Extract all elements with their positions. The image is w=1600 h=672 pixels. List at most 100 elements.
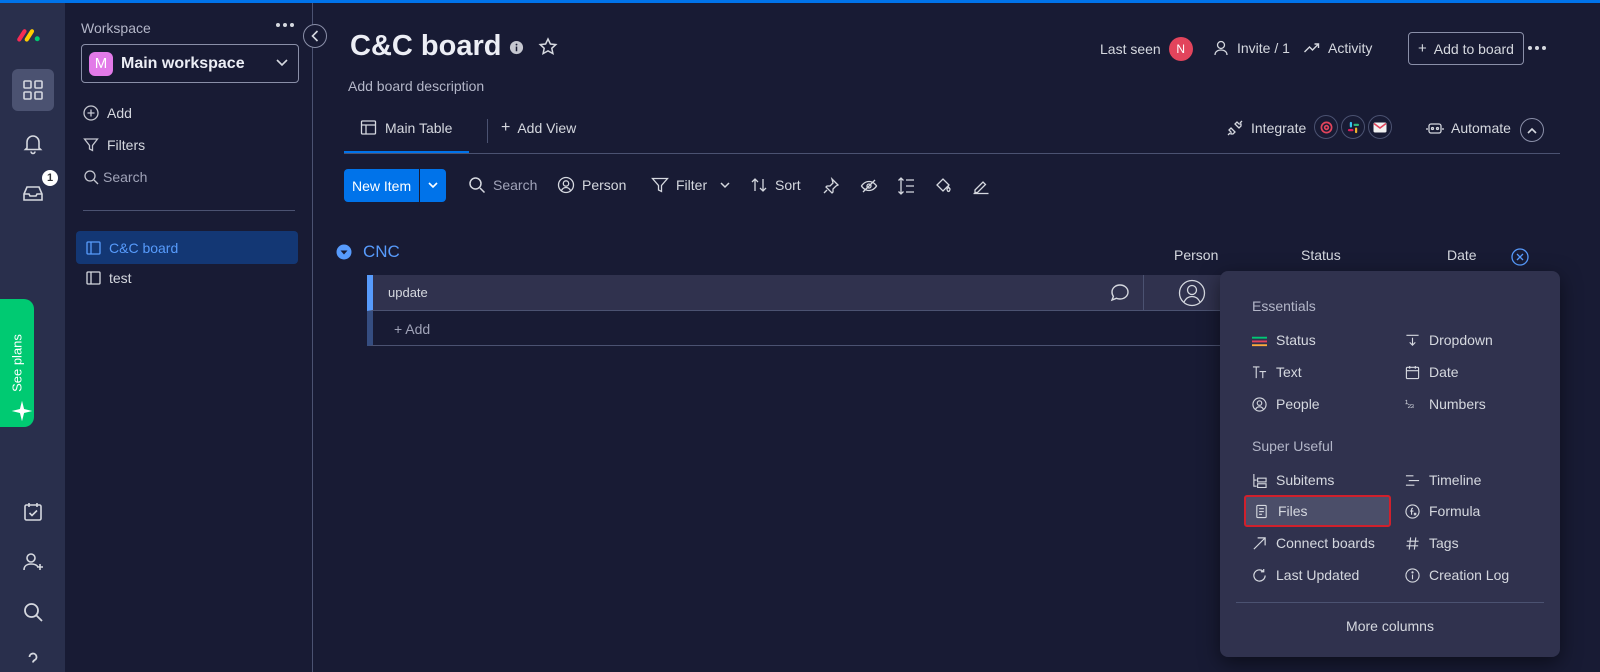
- my-work-icon[interactable]: [12, 491, 54, 533]
- board-icon: [86, 240, 101, 255]
- menu-divider: [1236, 602, 1544, 603]
- column-header-person[interactable]: Person: [1174, 247, 1218, 263]
- last-seen[interactable]: Last seen N: [1100, 37, 1193, 61]
- activity-button[interactable]: Activity: [1303, 39, 1372, 57]
- activity-label: Activity: [1328, 40, 1373, 56]
- new-item-dropdown[interactable]: [420, 182, 446, 189]
- automate-button[interactable]: Automate: [1426, 119, 1511, 137]
- edit-pen-icon[interactable]: [972, 177, 990, 195]
- workspace-selector[interactable]: M Main workspace: [81, 44, 299, 83]
- collapse-header-button[interactable]: [1520, 118, 1544, 142]
- section-essentials: Essentials: [1252, 298, 1316, 314]
- column-type-last-updated[interactable]: Last Updated: [1252, 567, 1359, 583]
- column-type-tags[interactable]: Tags: [1405, 535, 1459, 551]
- tab-main-table[interactable]: Main Table: [360, 119, 452, 137]
- column-type-people[interactable]: People: [1252, 396, 1320, 412]
- new-item-button[interactable]: New Item: [344, 169, 447, 202]
- column-type-files[interactable]: Files: [1244, 495, 1391, 527]
- sidebar-filters-label: Filters: [107, 137, 146, 153]
- group-collapse-icon[interactable]: [336, 244, 352, 260]
- sidebar-item-label: C&C board: [109, 239, 179, 256]
- workspaces-icon[interactable]: [12, 69, 54, 111]
- filter-button[interactable]: Filter: [651, 176, 730, 194]
- sidebar-divider: [83, 210, 295, 211]
- monday-logo-icon[interactable]: [17, 23, 49, 43]
- column-type-formula[interactable]: Formula: [1405, 503, 1480, 519]
- column-header-date[interactable]: Date: [1447, 247, 1477, 263]
- sidebar-add[interactable]: Add: [83, 105, 132, 121]
- sparkle-icon: [11, 400, 33, 422]
- item-name[interactable]: update: [388, 285, 428, 300]
- column-type-timeline[interactable]: Timeline: [1405, 472, 1481, 488]
- invite-label: Invite / 1: [1237, 40, 1290, 56]
- column-type-label: Text: [1276, 364, 1302, 380]
- column-type-creation-log[interactable]: Creation Log: [1405, 567, 1509, 583]
- add-item-label: + Add: [394, 321, 431, 337]
- search-button[interactable]: Search: [468, 176, 537, 194]
- pin-icon[interactable]: [822, 177, 840, 195]
- integration-apps[interactable]: [1314, 115, 1392, 139]
- collapse-sidebar-button[interactable]: [303, 24, 327, 48]
- row-height-icon[interactable]: [897, 176, 915, 196]
- numbers-icon: ¹₂₃: [1405, 398, 1414, 410]
- integrate-button[interactable]: Integrate: [1226, 119, 1306, 137]
- board-description[interactable]: Add board description: [348, 78, 484, 94]
- info-circle-icon: [1405, 567, 1420, 583]
- notifications-bell-icon[interactable]: [12, 122, 54, 164]
- column-type-label: Files: [1278, 503, 1308, 519]
- board-more-icon[interactable]: [1527, 44, 1547, 52]
- person-filter-button[interactable]: Person: [557, 176, 626, 194]
- new-item-label: New Item: [352, 177, 412, 194]
- sidebar-item-test[interactable]: test: [76, 261, 298, 294]
- sidebar-filters[interactable]: Filters: [83, 137, 145, 153]
- board-icon: [86, 270, 101, 285]
- status-icon: [1252, 336, 1267, 346]
- updates-bubble-icon[interactable]: [1109, 282, 1131, 304]
- sort-button[interactable]: Sort: [750, 176, 801, 194]
- column-type-numbers[interactable]: ¹₂₃ Numbers: [1405, 396, 1486, 412]
- invite-members-icon[interactable]: [12, 541, 54, 583]
- close-add-column-icon[interactable]: [1511, 248, 1529, 266]
- column-type-subitems[interactable]: Subitems: [1252, 472, 1334, 488]
- filter-icon: [651, 177, 669, 193]
- sidebar-search[interactable]: Search: [83, 169, 147, 185]
- automate-label: Automate: [1451, 120, 1511, 136]
- column-type-label: Subitems: [1276, 472, 1335, 488]
- chevron-down-icon[interactable]: [720, 181, 730, 189]
- refresh-clock-icon: [1253, 568, 1266, 582]
- invite-button[interactable]: Invite / 1: [1212, 39, 1290, 57]
- add-to-board-button[interactable]: + Add to board: [1408, 32, 1524, 65]
- column-type-date[interactable]: Date: [1405, 364, 1459, 380]
- column-type-connect-boards[interactable]: Connect boards: [1252, 535, 1375, 551]
- column-type-label: Formula: [1429, 503, 1481, 519]
- see-plans-button[interactable]: See plans: [0, 299, 34, 427]
- column-type-label: Date: [1429, 364, 1459, 380]
- app-rail: 1 See plans: [0, 3, 65, 672]
- column-type-text[interactable]: Text: [1252, 364, 1302, 380]
- group-name[interactable]: CNC: [363, 242, 400, 262]
- chevron-down-icon: [276, 59, 288, 67]
- help-icon[interactable]: [12, 639, 54, 672]
- chevron-left-icon: [311, 30, 319, 42]
- top-accent-line: [0, 0, 1600, 3]
- person-circle-icon: [557, 176, 575, 194]
- sidebar-item-cc-board[interactable]: C&C board: [76, 231, 298, 264]
- hide-eye-icon[interactable]: [860, 177, 878, 195]
- person-label: Person: [582, 177, 627, 193]
- column-type-dropdown[interactable]: Dropdown: [1405, 332, 1493, 348]
- search-label: Search: [493, 177, 538, 193]
- star-icon[interactable]: [538, 37, 558, 57]
- search-everything-icon[interactable]: [12, 591, 54, 633]
- column-type-label: Connect boards: [1276, 535, 1375, 551]
- color-bucket-icon[interactable]: [934, 177, 952, 195]
- column-header-status[interactable]: Status: [1301, 247, 1341, 263]
- add-view-button[interactable]: + Add View: [501, 119, 576, 137]
- person-avatar-empty-icon[interactable]: [1178, 279, 1206, 307]
- board-title[interactable]: C&C board: [350, 30, 501, 63]
- more-columns-button[interactable]: More columns: [1220, 618, 1560, 634]
- info-icon[interactable]: [509, 40, 524, 55]
- column-type-status[interactable]: Status: [1252, 332, 1316, 348]
- tab-main-table-label: Main Table: [385, 120, 453, 136]
- search-icon: [469, 177, 486, 194]
- workspace-more-icon[interactable]: [275, 18, 295, 35]
